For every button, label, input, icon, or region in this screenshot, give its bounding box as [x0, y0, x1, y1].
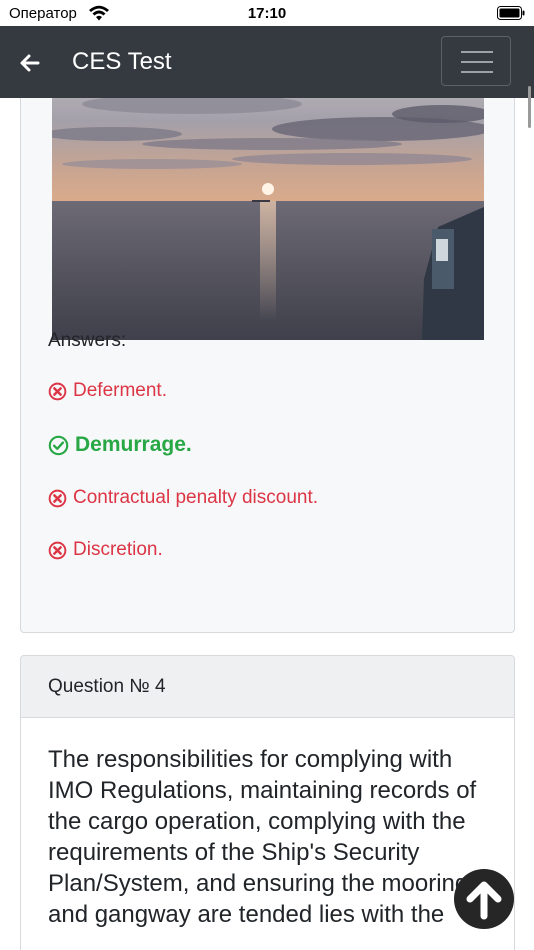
question-image [52, 98, 484, 340]
page-title: CES Test [72, 48, 172, 75]
check-circle-icon [48, 435, 69, 455]
question-text: The responsibilities for complying with … [48, 746, 481, 928]
question-header: Question № 4 [21, 656, 514, 718]
answer-text: Deferment. [73, 380, 167, 401]
answers-label: Answers: [48, 330, 127, 351]
answer-text: Demurrage. [75, 433, 192, 456]
hamburger-menu-icon [461, 51, 493, 53]
x-circle-icon [48, 382, 67, 400]
arrow-up-icon [466, 881, 502, 920]
scrollbar[interactable] [528, 86, 531, 128]
navbar: CES Test [0, 26, 534, 98]
answer-option[interactable]: Deferment. [48, 380, 167, 402]
battery-icon [497, 6, 525, 20]
question-card-4: Question № 4 The responsibilities for co… [20, 655, 515, 950]
clock: 17:10 [247, 5, 287, 22]
x-circle-icon [48, 541, 67, 559]
status-bar: Оператор 17:10 [0, 0, 534, 26]
answer-text: Discretion. [73, 539, 163, 560]
answer-option[interactable]: Discretion. [48, 539, 163, 561]
answer-text: Contractual penalty discount. [73, 487, 319, 508]
main-content[interactable]: Answers: Deferment. Demurrage. Contractu… [0, 98, 534, 950]
arrow-left-icon[interactable] [18, 51, 42, 75]
x-circle-icon [48, 489, 67, 507]
menu-toggle-button[interactable] [441, 36, 511, 86]
scroll-to-top-button[interactable] [454, 869, 514, 929]
answer-option-correct[interactable]: Demurrage. [48, 433, 192, 457]
answer-option[interactable]: Contractual penalty discount. [48, 487, 318, 509]
question-card: Answers: Deferment. Demurrage. Contractu… [20, 98, 515, 633]
